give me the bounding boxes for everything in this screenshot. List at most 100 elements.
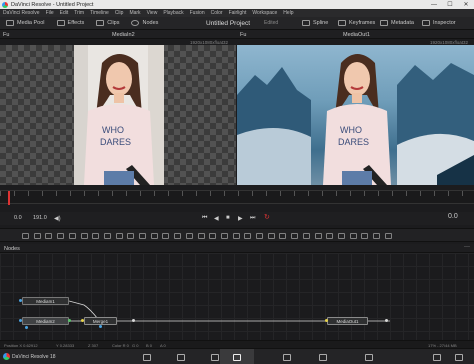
fusion-tool-icon[interactable] (337, 233, 345, 239)
fusion-tool-icon[interactable] (68, 233, 76, 239)
fusion-tool-icon[interactable] (220, 233, 228, 239)
nodes-options-icon[interactable]: ··· (464, 244, 470, 250)
media-pool-button[interactable]: Media Pool (0, 17, 51, 29)
clips-button[interactable]: Clips (90, 17, 125, 29)
fusion-tool-icon[interactable] (103, 233, 111, 239)
left-viewer[interactable]: WHO DARES (0, 45, 236, 185)
tab-cut[interactable] (164, 349, 198, 364)
fusion-tool-icon[interactable] (92, 233, 100, 239)
fusion-tool-icon[interactable] (349, 233, 357, 239)
fusion-tool-icon[interactable] (314, 233, 322, 239)
node-editor[interactable]: MediaIn1 MediaIn2 Merge1 MediaOut1 (0, 253, 474, 340)
fusion-tool-icon[interactable] (174, 233, 182, 239)
start-frame-field[interactable]: 0.0 (14, 215, 22, 221)
effects-button[interactable]: Effects (51, 17, 91, 29)
menu-mark[interactable]: Mark (129, 10, 140, 16)
fusion-tool-icon[interactable] (256, 233, 263, 239)
fusion-tool-icon[interactable] (267, 233, 275, 239)
fusion-tool-icon[interactable] (361, 233, 369, 239)
menu-fairlight[interactable]: Fairlight (229, 10, 247, 16)
menu-file[interactable]: File (46, 10, 54, 16)
effects-label: Effects (67, 20, 85, 26)
mediaout-output-port[interactable] (385, 319, 388, 322)
metadata-icon (380, 20, 388, 26)
current-time-field[interactable]: 0.0 (448, 213, 458, 220)
menu-playback[interactable]: Playback (163, 10, 183, 16)
menu-trim[interactable]: Trim (74, 10, 84, 16)
menu-clip[interactable]: Clip (115, 10, 124, 16)
merge-background-port[interactable] (81, 319, 84, 322)
go-to-end-icon[interactable]: ⏭ (250, 215, 255, 222)
mediain1-output-port[interactable] (19, 299, 22, 302)
gear-icon (455, 353, 463, 361)
fusion-tool-icon[interactable] (162, 233, 170, 239)
fusion-tool-icon[interactable] (185, 233, 193, 239)
node-mediain1[interactable]: MediaIn1 (22, 297, 69, 305)
fusion-tool-icon[interactable] (384, 233, 392, 239)
menu-resolve[interactable]: DaVinci Resolve (3, 10, 40, 16)
end-frame-field[interactable]: 191.0 (33, 215, 47, 221)
node-mediain2[interactable]: MediaIn2 (22, 317, 69, 325)
fusion-tool-icon[interactable] (45, 233, 53, 239)
tab-media[interactable] (130, 349, 164, 364)
spline-button[interactable]: Spline (302, 20, 328, 26)
left-viewer-marker[interactable]: Fu (3, 32, 9, 38)
tab-color[interactable] (270, 349, 304, 364)
maximize-button[interactable]: ☐ (442, 0, 458, 9)
timeline-ruler[interactable] (0, 190, 474, 205)
fusion-tool-icon[interactable] (373, 233, 380, 239)
node-mediaout1[interactable]: MediaOut1 (327, 317, 368, 325)
node-merge1[interactable]: Merge1 (84, 317, 117, 325)
fusion-tool-icon[interactable] (232, 233, 240, 239)
merge-output-port[interactable] (132, 319, 135, 322)
inspector-button[interactable]: Inspector (422, 20, 456, 26)
fusion-tool-icon[interactable] (150, 233, 158, 239)
spline-icon (302, 20, 310, 26)
merge-mask-port[interactable] (99, 325, 102, 328)
fusion-tool-icon[interactable] (33, 233, 41, 239)
playhead[interactable] (8, 191, 10, 205)
fusion-tool-icon[interactable] (127, 233, 135, 239)
close-button[interactable]: ✕ (458, 0, 474, 9)
tab-fusion[interactable] (220, 349, 254, 364)
menu-timeline[interactable]: Timeline (90, 10, 109, 16)
play-icon[interactable]: ▶ (238, 215, 243, 222)
menu-color[interactable]: Color (211, 10, 223, 16)
fusion-tool-icon[interactable] (279, 233, 287, 239)
menu-view[interactable]: View (147, 10, 158, 16)
tab-fairlight[interactable] (306, 349, 340, 364)
menu-help[interactable]: Help (283, 10, 293, 16)
fusion-tool-icon[interactable] (197, 233, 205, 239)
menu-workspace[interactable]: Workspace (252, 10, 277, 16)
mediaout-input-port[interactable] (325, 319, 328, 322)
play-reverse-icon[interactable]: ◀ (214, 215, 219, 222)
metadata-button[interactable]: Metadata (380, 20, 414, 26)
fusion-tool-icon[interactable] (115, 233, 123, 239)
fusion-tool-icon[interactable] (326, 233, 334, 239)
fusion-tool-icon[interactable] (22, 233, 29, 239)
mediain2-mask-port[interactable] (25, 326, 28, 329)
go-to-start-icon[interactable]: ⏮ (202, 215, 207, 222)
right-viewer[interactable]: WHO DARES (237, 45, 474, 185)
keyframes-button[interactable]: Keyframes (338, 20, 375, 26)
mediain2-link-port[interactable] (68, 319, 71, 322)
menu-edit[interactable]: Edit (60, 10, 69, 16)
audio-icon[interactable]: ◀) (54, 215, 61, 222)
nodes-button[interactable]: Nodes (125, 17, 164, 29)
stop-icon[interactable]: ■ (226, 215, 230, 221)
fusion-tool-icon[interactable] (57, 233, 65, 239)
edit-page-icon (211, 353, 219, 361)
tab-settings[interactable] (442, 349, 474, 364)
fusion-tool-icon[interactable] (291, 233, 299, 239)
loop-icon[interactable]: ↻ (264, 213, 270, 221)
mediain2-output-port[interactable] (19, 319, 22, 322)
fusion-tool-icon[interactable] (209, 233, 217, 239)
right-viewer-marker[interactable]: Fu (240, 32, 246, 38)
fusion-tool-icon[interactable] (139, 233, 146, 239)
fusion-tool-icon[interactable] (80, 233, 88, 239)
fusion-tool-icon[interactable] (302, 233, 310, 239)
menu-fusion[interactable]: Fusion (190, 10, 205, 16)
fusion-tool-icon[interactable] (244, 233, 252, 239)
minimize-button[interactable]: — (426, 0, 442, 9)
tab-deliver[interactable] (352, 349, 386, 364)
